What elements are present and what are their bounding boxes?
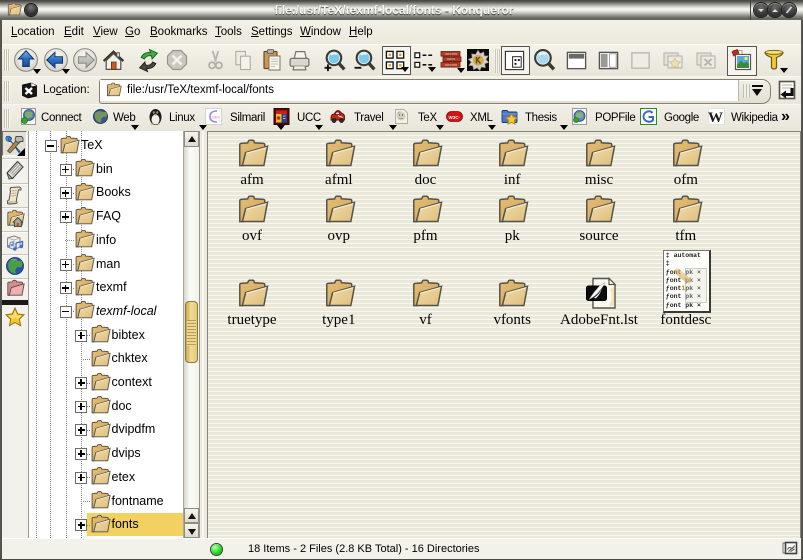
- svg-text:W: W: [708, 110, 723, 125]
- svg-text:W3C·: W3C·: [449, 115, 461, 120]
- svg-text:Silm: Silm: [212, 115, 220, 120]
